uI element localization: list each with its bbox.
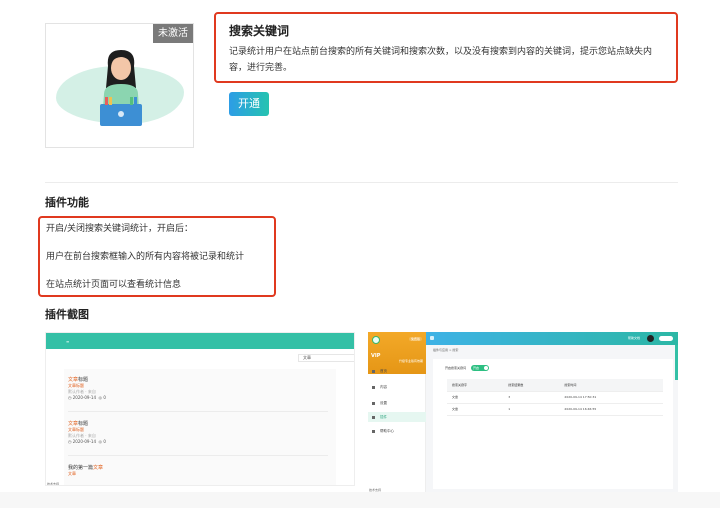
table-cell: 2020-09-14 17:50:31 — [559, 391, 663, 404]
logo-icon — [372, 336, 380, 344]
plugin-description: 搜索关键词 记录统计用户在站点前台搜索的所有关键词和搜索次数，以及没有搜索到内容… — [214, 12, 678, 83]
sidebar-item-content: 内容 — [368, 382, 426, 392]
plugin-description-text: 记录统计用户在站点前台搜索的所有关键词和搜索次数，以及没有搜索到内容的关键词，提… — [229, 47, 653, 73]
toggle-label: 开启搜索关键词 — [445, 366, 467, 370]
sidebar-item-help: 帮助中心 — [368, 426, 426, 436]
screenshot-search-results[interactable]: ≡ 文章 搜索 文章标题 文章标题 默认作者 · 来自 ◷ 2020-09-14… — [45, 332, 355, 486]
menu-icon — [430, 336, 434, 340]
table-cell: 1 — [503, 403, 560, 416]
list-item: 我的第一篇文章 文章 — [68, 465, 103, 477]
column-header: 搜索时间 — [559, 379, 663, 392]
table-header-row: 搜索关键字 搜索结果数 搜索时间 — [447, 379, 663, 392]
feature-line-3: 在站点统计页面可以查看统计信息 — [46, 280, 182, 290]
keyword-stats-toggle: 开启 — [471, 365, 489, 371]
column-header: 搜索关键字 — [447, 379, 504, 392]
gear-icon — [372, 401, 375, 405]
feature-line-2: 用户在前台搜索框输入的所有内容将被记录和统计 — [46, 252, 245, 262]
vip-subtitle: 升级专业版有效期 — [398, 359, 423, 363]
column-header: 搜索结果数 — [503, 379, 560, 392]
user-pill — [659, 336, 673, 341]
table-row: 文章 3 2020-09-14 17:50:31 — [447, 391, 663, 404]
table-row: 文章 1 2020-09-14 16:46:55 — [447, 403, 663, 416]
sidebar-item-plugins: 插件 — [368, 412, 426, 422]
screenshot-admin-statistics[interactable]: 免费版 VIP 升级专业版有效期 首页 内容 设置 插件 帮助中心 技术支持 帮… — [368, 332, 678, 492]
keyword-table: 搜索关键字 搜索结果数 搜索时间 文章 3 2020-09-14 17:50:3… — [447, 379, 663, 416]
feature-line-1: 开启/关闭搜索关键词统计，开启后： — [46, 224, 194, 234]
table-cell: 2020-09-14 16:46:55 — [559, 403, 663, 416]
avatar — [647, 335, 654, 342]
plugin-card: 未激活 — [45, 23, 194, 148]
status-badge: 未激活 — [153, 24, 193, 43]
article-date: ◷ 2020-09-14 ◎ 0 — [68, 395, 106, 400]
table-cell: 3 — [503, 391, 560, 404]
divider — [45, 182, 678, 183]
article-category: 文章 — [68, 471, 76, 476]
edition-tag: 免费版 — [408, 337, 422, 341]
woman-with-laptop-illustration — [100, 50, 142, 126]
help-icon — [372, 429, 375, 433]
footer-text: 技术支持 — [47, 482, 60, 486]
list-item: 文章标题 文章标题 默认作者 · 来自 ◷ 2020-09-14 ◎ 0 — [68, 421, 106, 445]
search-input-value: 文章 — [303, 355, 311, 360]
grid-icon — [372, 385, 375, 389]
admin-main: 帮助文档 插件与应用 > 搜索 开启搜索关键词 开启 搜索关键字 搜索结果数 搜… — [426, 332, 678, 492]
scroll-accent — [675, 345, 678, 380]
admin-sidebar: 免费版 VIP 升级专业版有效期 首页 内容 设置 插件 帮助中心 技术支持 — [368, 332, 426, 492]
breadcrumb: 插件与应用 > 搜索 — [433, 348, 459, 352]
plugin-title: 搜索关键词 — [229, 24, 290, 38]
table-cell: 文章 — [447, 391, 504, 404]
page-bottom-band — [0, 492, 720, 508]
features-heading: 插件功能 — [45, 196, 89, 209]
sidebar-item-settings: 设置 — [368, 398, 426, 408]
screenshots-heading: 插件截图 — [45, 308, 89, 321]
site-header-bar — [46, 333, 354, 349]
sidebar-item-home: 首页 — [368, 366, 426, 376]
statistics-panel: 开启搜索关键词 开启 搜索关键字 搜索结果数 搜索时间 文章 3 2020-09… — [433, 359, 673, 489]
search-results-list: 文章标题 文章标题 默认作者 · 来自 ◷ 2020-09-14 ◎ 0 文章标… — [64, 369, 336, 485]
divider — [68, 411, 328, 412]
divider — [68, 455, 328, 456]
table-cell: 文章 — [447, 403, 504, 416]
admin-top-bar: 帮助文档 — [426, 332, 678, 345]
plugin-icon — [372, 415, 375, 419]
search-input: 文章 搜索 — [298, 354, 354, 362]
site-logo: ≡ — [66, 339, 70, 344]
article-date: ◷ 2020-09-14 ◎ 0 — [68, 439, 106, 444]
list-item: 文章标题 文章标题 默认作者 · 来自 ◷ 2020-09-14 ◎ 0 — [68, 377, 106, 401]
home-icon — [372, 369, 375, 373]
vip-label: VIP — [371, 353, 381, 359]
open-button[interactable]: 开通 — [229, 92, 269, 116]
help-docs-link: 帮助文档 — [627, 336, 640, 340]
